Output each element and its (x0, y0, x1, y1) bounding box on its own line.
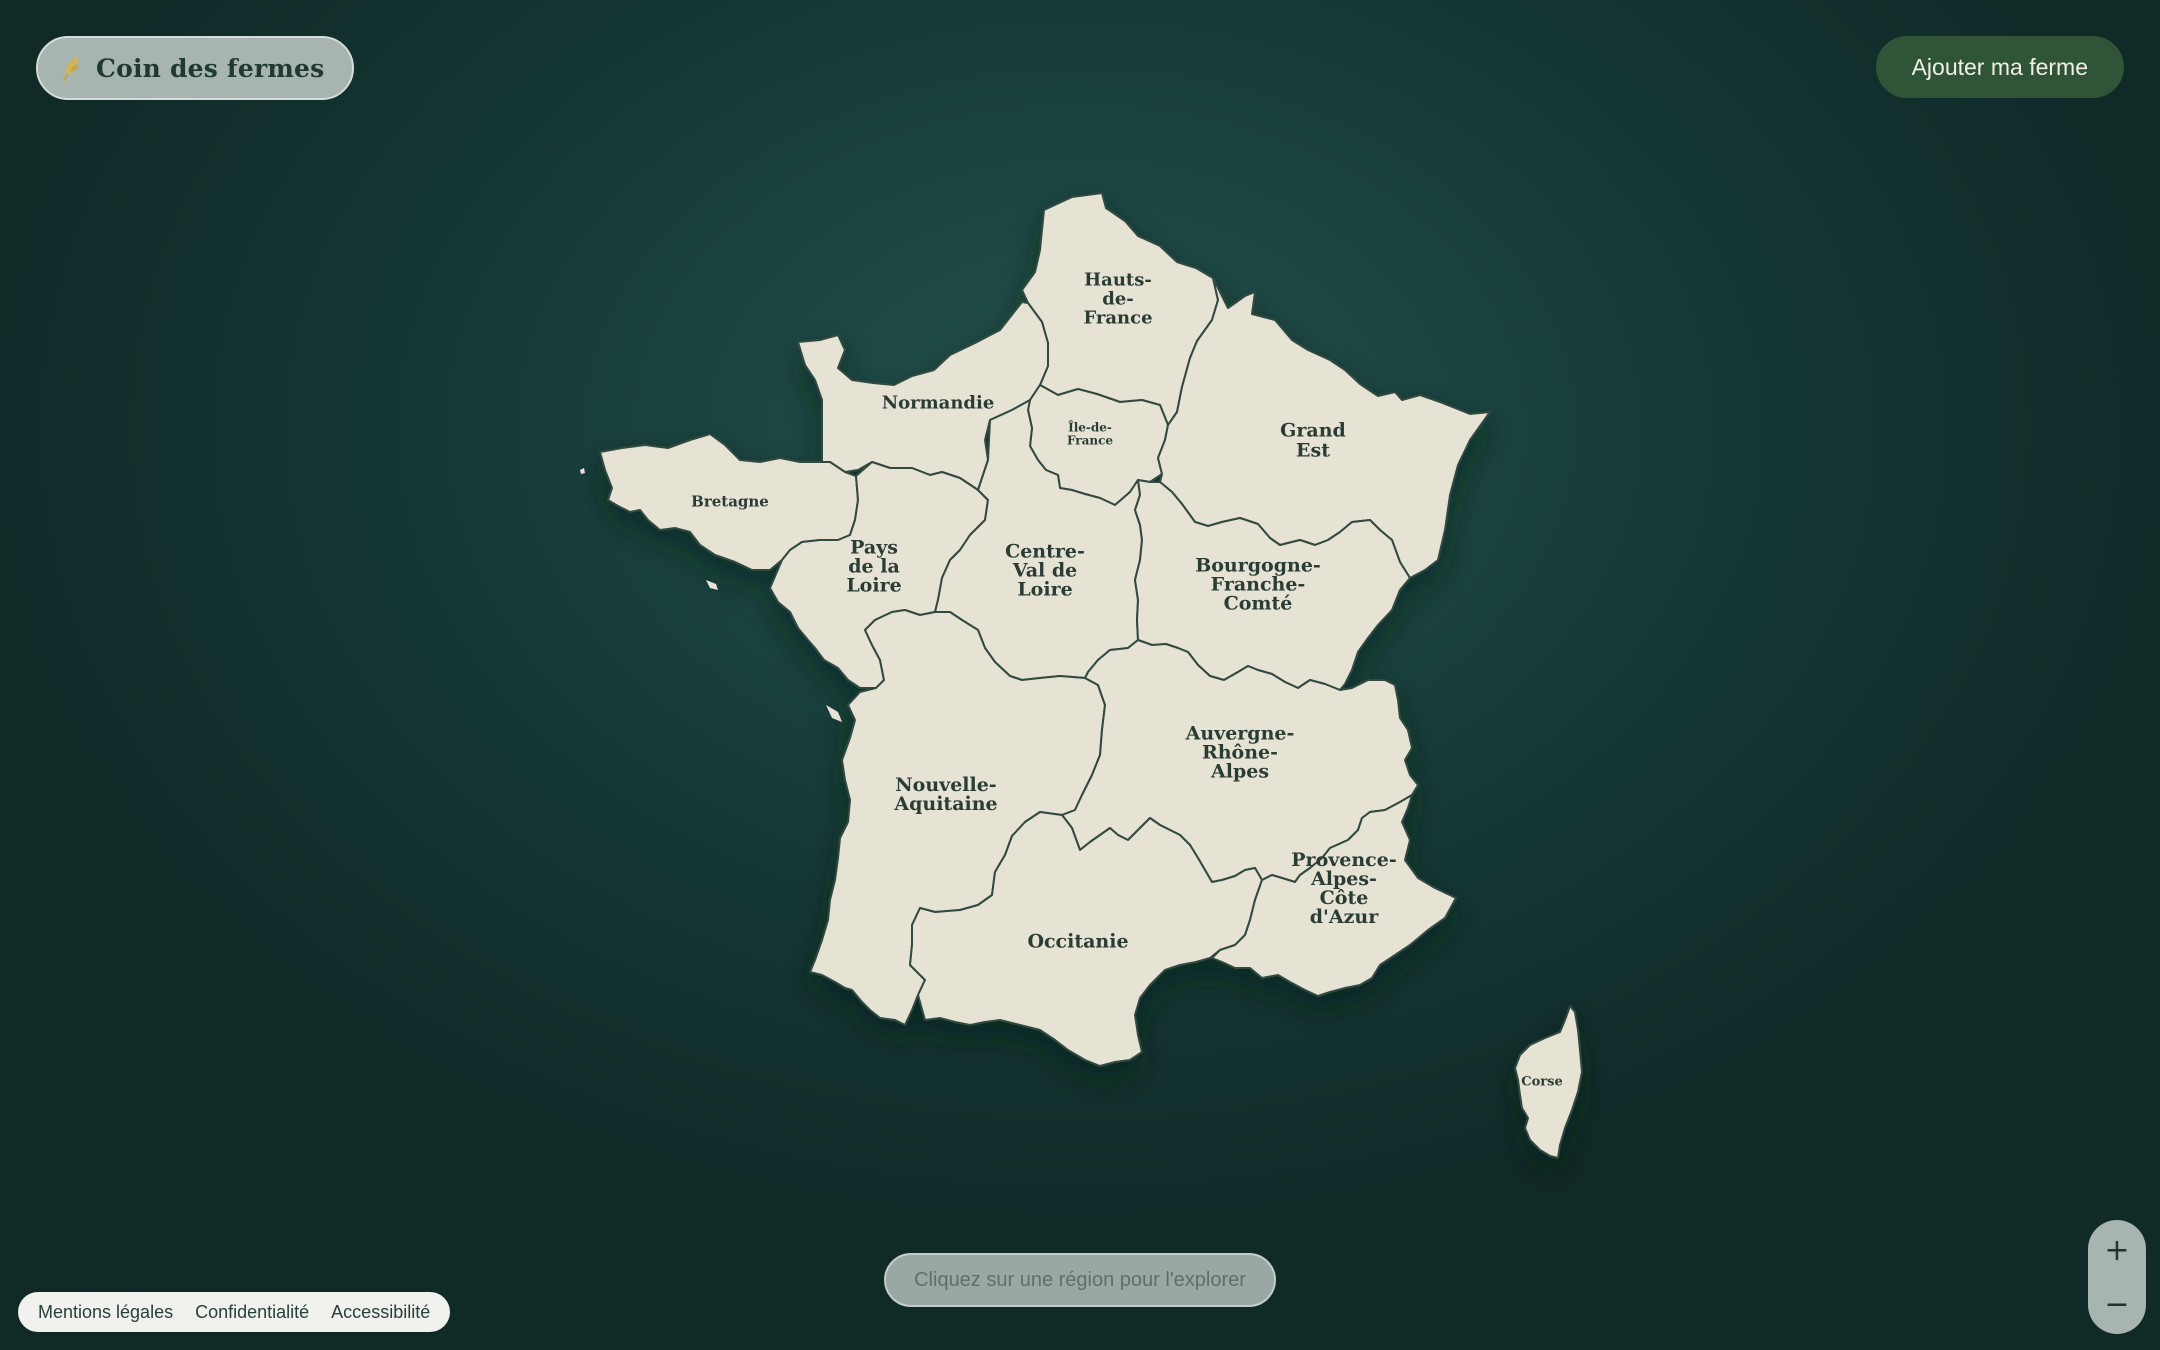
wheat-icon (63, 56, 79, 81)
brand-logo-button[interactable]: Coin des fermes (36, 36, 355, 100)
privacy-link[interactable]: Confidentialité (195, 1302, 309, 1323)
france-map-svg[interactable]: Hauts-de-FranceNormandieÎle-de-France Gra… (0, 0, 2160, 1350)
add-farm-button[interactable]: Ajouter ma ferme (1875, 36, 2124, 98)
island-shape (826, 705, 842, 722)
zoom-in-button[interactable]: + (2095, 1228, 2139, 1272)
island-shape (706, 580, 718, 590)
zoom-out-button[interactable]: − (2095, 1282, 2139, 1326)
island-shape (580, 468, 585, 474)
region-corse[interactable] (1514, 1005, 1583, 1159)
accessibility-link[interactable]: Accessibilité (331, 1302, 430, 1323)
legal-notice-link[interactable]: Mentions légales (38, 1302, 173, 1323)
zoom-controls: + − (2088, 1220, 2146, 1334)
france-map[interactable]: Hauts-de-France Normandie Île-de-France Gra… (0, 0, 2160, 1350)
footer-links: Mentions légales Confidentialité Accessi… (18, 1292, 451, 1332)
brand-name: Coin des fermes (96, 53, 325, 83)
map-hint: Cliquez sur une région pour l'explorer (884, 1253, 1276, 1307)
